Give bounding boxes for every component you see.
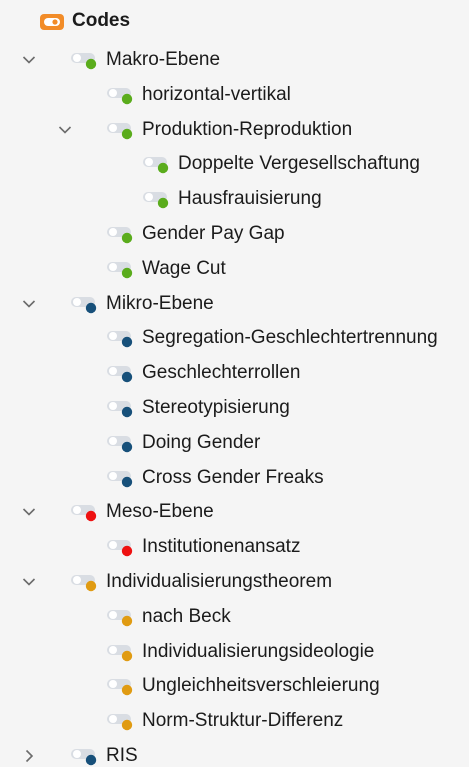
code-label[interactable]: Meso-Ebene <box>106 500 214 524</box>
code-toggle-icon <box>71 505 97 522</box>
code-label[interactable]: horizontal-vertikal <box>142 83 291 107</box>
chevron-down-icon[interactable] <box>22 53 36 67</box>
chevron-down-icon[interactable] <box>22 575 36 589</box>
code-row-nach-beck[interactable]: nach Beck <box>0 599 469 634</box>
code-toggle-icon <box>71 748 97 766</box>
code-row-hausfrauisierung[interactable]: Hausfrauisierung <box>0 181 469 216</box>
code-toggle-icon <box>107 679 133 696</box>
code-toggle-icon <box>107 609 133 626</box>
code-label[interactable]: Wage Cut <box>142 257 226 281</box>
chevron-down-icon[interactable] <box>22 505 36 519</box>
code-label[interactable]: Doing Gender <box>142 431 260 455</box>
code-label[interactable]: Segregation-Geschlechtertrennung <box>142 326 438 350</box>
code-label[interactable]: Cross Gender Freaks <box>142 466 324 490</box>
code-row-ungleichheitsverschleierung[interactable]: Ungleichheitsverschleierung <box>0 668 469 703</box>
code-label[interactable]: Makro-Ebene <box>106 48 220 72</box>
code-row-individualisierungstheorem[interactable]: Individualisierungstheorem <box>0 564 469 599</box>
code-label[interactable]: Institutionenansatz <box>142 535 300 559</box>
code-toggle-icon <box>107 470 133 487</box>
code-toggle-icon <box>107 87 133 104</box>
chevron-down-icon[interactable] <box>22 297 36 311</box>
code-row-geschlechterrollen[interactable]: Geschlechterrollen <box>0 355 469 390</box>
code-label[interactable]: Doppelte Vergesellschaftung <box>178 152 420 176</box>
codes-header[interactable]: Codes <box>0 0 469 42</box>
code-toggle-icon <box>107 331 133 348</box>
code-row-meso-ebene[interactable]: Meso-Ebene <box>0 494 469 529</box>
code-row-gender-pay-gap[interactable]: Gender Pay Gap <box>0 216 469 251</box>
code-label[interactable]: Mikro-Ebene <box>106 292 214 316</box>
code-row-institutionenansatz[interactable]: Institutionenansatz <box>0 529 469 564</box>
code-label[interactable]: Individualisierungstheorem <box>106 570 332 594</box>
code-row-cross-gender-freaks[interactable]: Cross Gender Freaks <box>0 460 469 495</box>
code-toggle-icon <box>71 296 97 313</box>
code-row-mikro-ebene[interactable]: Mikro-Ebene <box>0 286 469 321</box>
code-tree: Makro-Ebene horizontal-vertikal Produktion… <box>0 42 469 767</box>
code-toggle-icon <box>107 540 133 557</box>
code-label[interactable]: Stereotypisierung <box>142 396 290 420</box>
code-toggle-icon <box>71 53 97 70</box>
code-label[interactable]: Produktion-Reproduktion <box>142 118 352 142</box>
code-label[interactable]: Gender Pay Gap <box>142 222 285 246</box>
code-toggle-icon <box>107 435 133 452</box>
code-row-wage-cut[interactable]: Wage Cut <box>0 251 469 286</box>
code-row-stereotypisierung[interactable]: Stereotypisierung <box>0 390 469 425</box>
code-row-ris[interactable]: RIS <box>0 738 469 767</box>
code-toggle-icon <box>107 644 133 661</box>
codes-title: Codes <box>72 10 131 31</box>
chevron-right-icon[interactable] <box>22 749 36 763</box>
code-label[interactable]: Geschlechterrollen <box>142 361 300 385</box>
code-label[interactable]: nach Beck <box>142 605 231 629</box>
code-label[interactable]: RIS <box>106 744 138 767</box>
code-row-segregation-geschlechtertrennung[interactable]: Segregation-Geschlechtertrennung <box>0 320 469 355</box>
code-row-doppelte-vergesellschaftung[interactable]: Doppelte Vergesellschaftung <box>0 146 469 181</box>
code-row-doing-gender[interactable]: Doing Gender <box>0 425 469 460</box>
code-toggle-icon <box>107 122 133 139</box>
code-toggle-icon <box>107 366 133 383</box>
code-label[interactable]: Ungleichheitsverschleierung <box>142 674 380 698</box>
code-row-individualisierungsideologie[interactable]: Individualisierungsideologie <box>0 634 469 669</box>
code-row-norm-struktur-differenz[interactable]: Norm-Struktur-Differenz <box>0 703 469 738</box>
codes-panel: Codes Makro-Ebene horizontal-vertikal Prod… <box>0 0 469 767</box>
chevron-down-icon[interactable] <box>58 123 72 137</box>
code-row-makro-ebene[interactable]: Makro-Ebene <box>0 42 469 77</box>
code-toggle-icon <box>107 400 133 418</box>
codes-folder-icon <box>40 14 64 30</box>
code-row-horizontal-vertikal[interactable]: horizontal-vertikal <box>0 77 469 112</box>
code-toggle-icon <box>107 261 133 278</box>
code-toggle-icon <box>143 192 169 209</box>
code-label[interactable]: Norm-Struktur-Differenz <box>142 709 343 733</box>
code-toggle-icon <box>71 574 97 592</box>
code-toggle-icon <box>107 714 133 731</box>
code-toggle-icon <box>107 226 133 244</box>
code-label[interactable]: Individualisierungsideologie <box>142 640 374 664</box>
code-row-produktion-reproduktion[interactable]: Produktion-Reproduktion <box>0 112 469 147</box>
code-toggle-icon <box>143 157 169 174</box>
code-label[interactable]: Hausfrauisierung <box>178 187 322 211</box>
